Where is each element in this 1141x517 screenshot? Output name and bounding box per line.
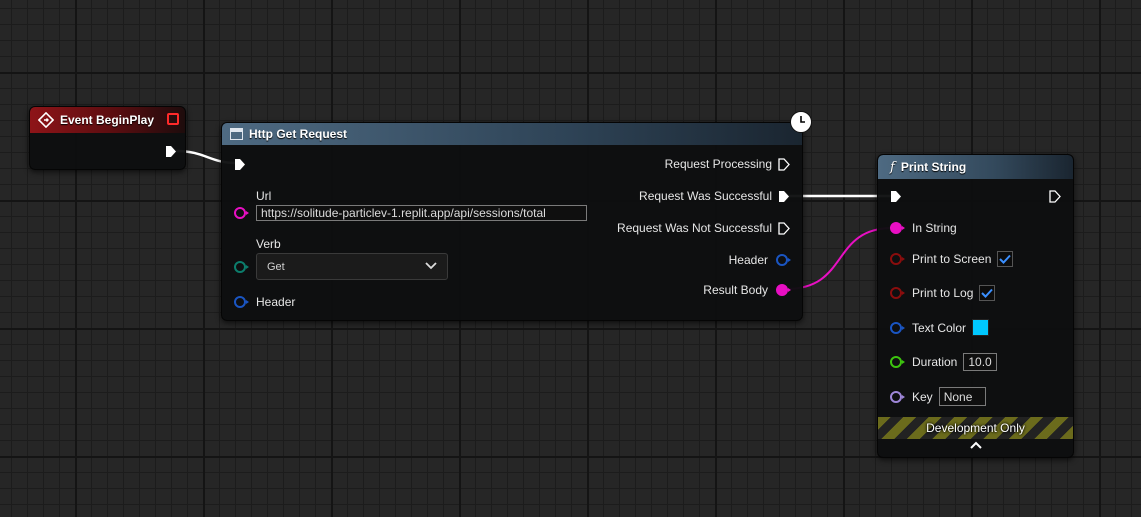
header-out-pin[interactable] [776, 254, 791, 266]
header-out-label: Header [728, 253, 768, 267]
print-to-screen-label: Print to Screen [912, 252, 992, 266]
print-to-log-label: Print to Log [912, 286, 974, 300]
exec-in-pin[interactable] [890, 190, 902, 203]
request-not-successful-label: Request Was Not Successful [617, 221, 772, 235]
print-to-log-pin[interactable] [890, 287, 905, 299]
verb-value: Get [267, 260, 285, 273]
request-processing-pin[interactable] [778, 157, 790, 171]
duration-label: Duration [912, 355, 958, 369]
text-color-pin[interactable] [890, 321, 905, 334]
chevron-down-icon [425, 261, 437, 273]
clock-icon [790, 111, 812, 133]
function-node-icon [230, 128, 243, 140]
result-body-pin[interactable] [776, 284, 791, 296]
development-only-label: Development Only [926, 421, 1025, 435]
node-title: Event BeginPlay [60, 113, 155, 127]
node-title: Print String [900, 160, 967, 174]
url-pin[interactable] [234, 207, 249, 219]
key-pin[interactable] [890, 390, 905, 403]
request-processing-label: Request Processing [664, 157, 772, 171]
print-to-screen-checkbox[interactable] [997, 251, 1014, 267]
request-not-successful-pin[interactable] [778, 221, 790, 235]
exec-in-pin[interactable] [234, 158, 246, 171]
request-successful-label: Request Was Successful [639, 189, 772, 203]
event-beginplay-node[interactable]: Event BeginPlay [29, 106, 186, 170]
node-title: Http Get Request [249, 127, 348, 141]
result-body-label: Result Body [703, 283, 768, 297]
development-only-banner: Development Only [878, 417, 1073, 439]
exec-out-pin[interactable] [1049, 190, 1061, 203]
in-string-pin[interactable] [890, 222, 905, 234]
duration-pin[interactable] [890, 356, 905, 368]
print-to-log-checkbox[interactable] [979, 285, 996, 301]
chevron-up-icon[interactable] [878, 441, 1073, 449]
delegate-pin-icon[interactable] [167, 113, 179, 125]
verb-label: Verb [256, 237, 281, 251]
event-diamond-icon [37, 111, 55, 129]
print-string-node[interactable]: f Print String In String Print to Screen… [877, 154, 1074, 458]
http-get-request-header[interactable]: Http Get Request [222, 123, 802, 145]
in-string-label: In String [912, 221, 957, 235]
header-in-label: Header [256, 295, 296, 309]
header-in-pin[interactable] [234, 296, 249, 308]
http-get-request-node[interactable]: Http Get Request Url https://solitude-pa… [221, 111, 812, 321]
request-successful-pin[interactable] [778, 190, 790, 203]
url-input[interactable]: https://solitude-particlev-1.replit.app/… [256, 205, 587, 221]
verb-pin[interactable] [234, 260, 249, 273]
print-string-header[interactable]: f Print String [878, 155, 1073, 179]
key-label: Key [912, 389, 933, 404]
checkmark-icon [999, 254, 1012, 264]
function-icon: f [890, 159, 895, 175]
key-input[interactable]: None [938, 387, 986, 406]
checkmark-icon [981, 288, 994, 298]
url-label: Url [256, 189, 272, 203]
text-color-swatch[interactable] [972, 319, 990, 336]
verb-dropdown[interactable]: Get [256, 253, 448, 280]
print-to-screen-pin[interactable] [890, 253, 905, 265]
event-beginplay-header[interactable]: Event BeginPlay [30, 107, 185, 133]
text-color-label: Text Color [912, 320, 967, 335]
duration-input[interactable]: 10.0 [963, 353, 998, 371]
exec-out-pin[interactable] [165, 145, 177, 158]
